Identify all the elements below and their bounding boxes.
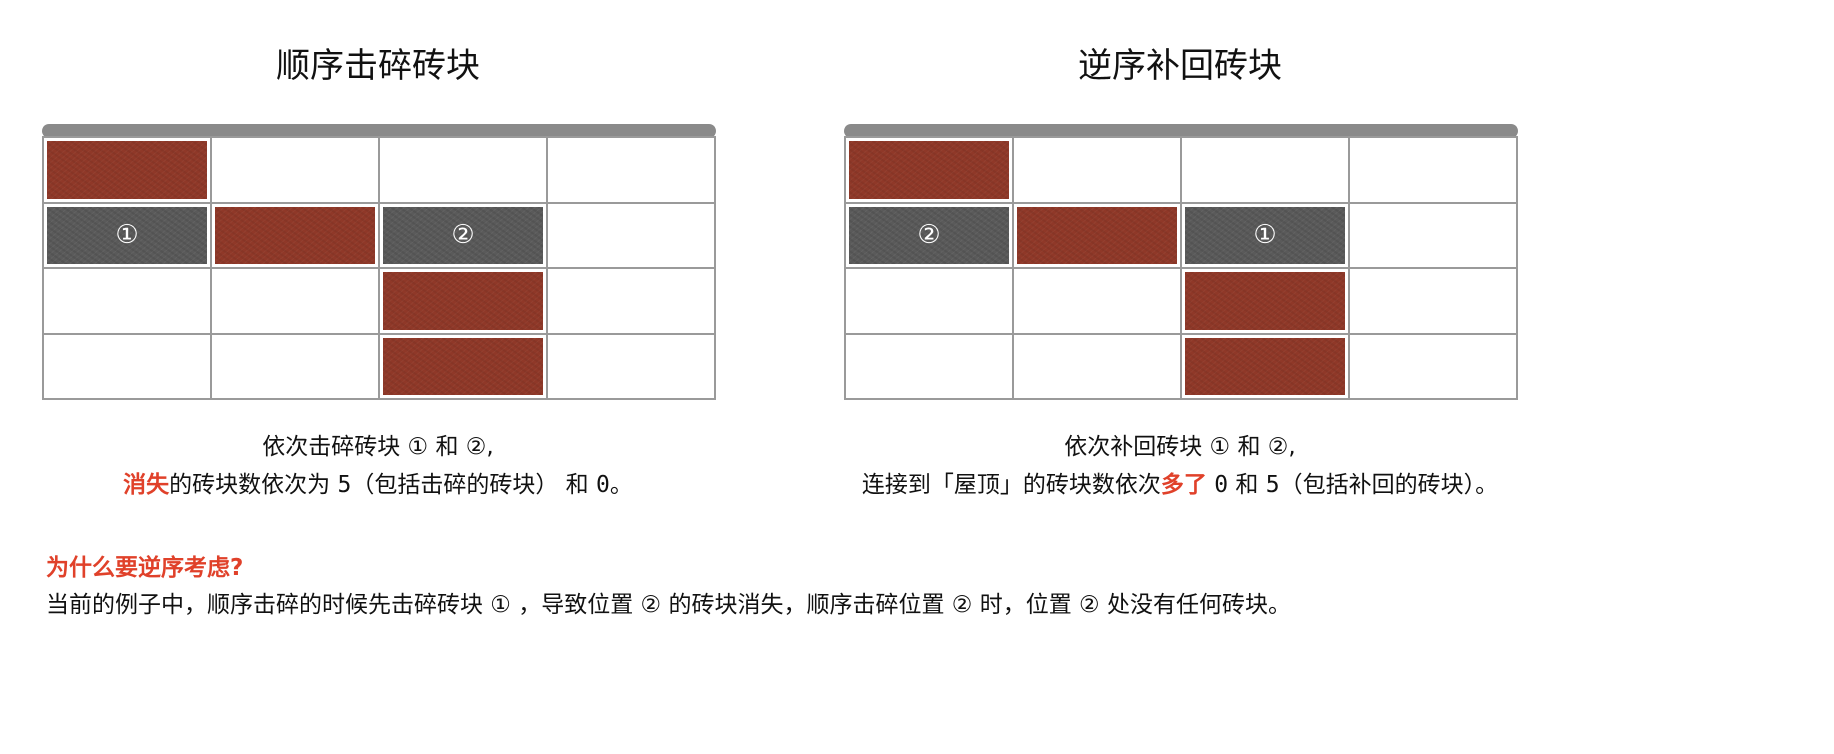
grid-cell: [1182, 269, 1350, 335]
grid-cell: [1014, 269, 1182, 335]
caption-text-c: （包括补回的砖块）。: [1279, 472, 1499, 498]
brick: [1185, 337, 1345, 395]
caption-number-2: 0: [595, 472, 610, 498]
caption-text-b: 和: [1235, 472, 1259, 498]
grid-cell: [1350, 203, 1518, 269]
grid-cell: [1350, 138, 1518, 204]
caption-line-2: 消失的砖块数依次为 5（包括击碎的砖块） 和 0。: [0, 466, 758, 504]
question-heading: 为什么要逆序考虑?: [46, 555, 244, 581]
grid-cell: [1350, 269, 1518, 335]
grid-cell: ②: [846, 203, 1014, 269]
grid-cell: [44, 269, 212, 335]
grid-cell: [846, 269, 1014, 335]
grid-cell: [44, 334, 212, 400]
numbered-brick: ②: [383, 206, 543, 264]
grid-cell: [1182, 334, 1350, 400]
caption-text-c: 。: [609, 472, 633, 498]
grid-cell: ②: [380, 203, 548, 269]
grid-cell: [548, 269, 716, 335]
caption: 依次补回砖块 ① 和 ②, 连接到「屋顶」的砖块数依次多了 0 和 5（包括补回…: [810, 428, 1550, 504]
grid-cell: [548, 203, 716, 269]
brick: [849, 141, 1009, 199]
brick-grid: ①②: [42, 136, 716, 400]
caption-line-1: 依次补回砖块 ① 和 ②,: [1064, 434, 1296, 460]
caption-line-1: 依次击碎砖块 ① 和 ②,: [262, 434, 494, 460]
brick: [1185, 272, 1345, 330]
caption-number-1: 0: [1214, 472, 1229, 498]
numbered-brick: ①: [1185, 206, 1345, 264]
brick: [383, 272, 543, 330]
grid-cell: [212, 334, 380, 400]
panel-title: 顺序击碎砖块: [276, 46, 480, 86]
grid-cell: [846, 138, 1014, 204]
grid-cell: [1014, 203, 1182, 269]
grid-cell: [212, 203, 380, 269]
grid-cell: [846, 334, 1014, 400]
brick-grid: ②①: [844, 136, 1518, 400]
numbered-brick: ①: [47, 206, 207, 264]
grid-cell: [1014, 138, 1182, 204]
brick: [47, 141, 207, 199]
caption-highlight: 多了: [1160, 472, 1207, 498]
panel-sequential-break: 顺序击碎砖块 ①② 依次击碎砖块 ① 和 ②, 消失的砖块数依次为 5（包括击碎…: [38, 0, 718, 510]
grid-cell: [212, 138, 380, 204]
caption: 依次击碎砖块 ① 和 ②, 消失的砖块数依次为 5（包括击碎的砖块） 和 0。: [0, 428, 758, 504]
caption-line-2: 连接到「屋顶」的砖块数依次多了 0 和 5（包括补回的砖块）。: [810, 466, 1550, 504]
grid-cell: [380, 138, 548, 204]
brick: [1017, 206, 1177, 264]
caption-highlight: 消失: [123, 472, 170, 498]
grid-cell: [548, 334, 716, 400]
grid-cell: [212, 269, 380, 335]
caption-number-2: 5: [1265, 472, 1280, 498]
panel-title: 逆序补回砖块: [1078, 46, 1282, 86]
grid-cell: [1350, 334, 1518, 400]
grid-cell: ①: [44, 203, 212, 269]
grid-cell: [1182, 138, 1350, 204]
explanation-text: 当前的例子中，顺序击碎的时候先击碎砖块 ① ，导致位置 ② 的砖块消失，顺序击碎…: [46, 592, 1291, 618]
caption-text-a: 连接到「屋顶」的砖块数依次: [861, 472, 1161, 498]
numbered-brick: ②: [849, 206, 1009, 264]
grid-cell: [1014, 334, 1182, 400]
grid-cell: [44, 138, 212, 204]
caption-text-b: （包括击碎的砖块） 和: [351, 472, 596, 498]
caption-text-a: 的砖块数依次为: [169, 472, 338, 498]
grid-cell: [548, 138, 716, 204]
grid-cell: [380, 269, 548, 335]
brick: [383, 337, 543, 395]
panel-reverse-restore: 逆序补回砖块 ②① 依次补回砖块 ① 和 ②, 连接到「屋顶」的砖块数依次多了 …: [840, 0, 1520, 510]
caption-number-1: 5: [337, 472, 352, 498]
brick: [215, 206, 375, 264]
grid-cell: [380, 334, 548, 400]
grid-cell: ①: [1182, 203, 1350, 269]
